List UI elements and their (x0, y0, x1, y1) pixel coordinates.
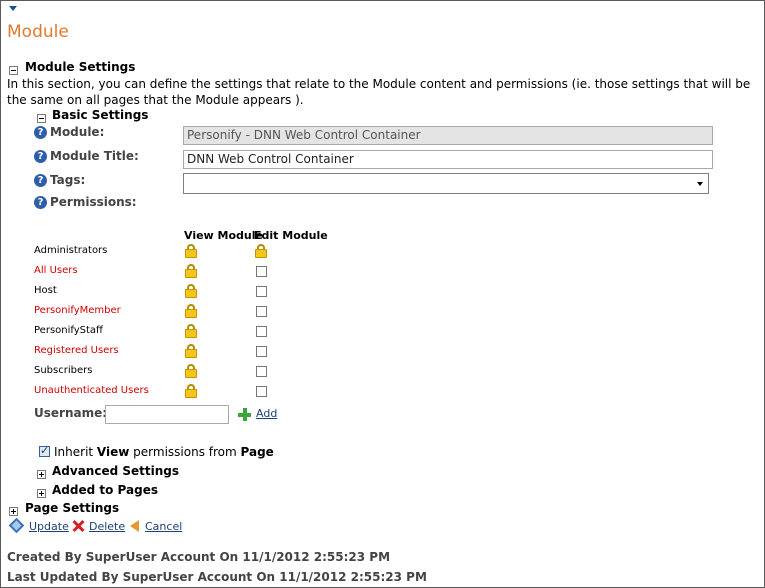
chevron-down-icon (697, 182, 703, 186)
basic-settings-toggle-icon[interactable] (37, 114, 46, 123)
module-settings-header: Module Settings (25, 60, 136, 74)
added-to-pages-toggle-icon[interactable] (37, 489, 46, 498)
edit-module-column-header: Edit Module (254, 229, 328, 242)
created-by-text: Created By SuperUser Account On 11/1/201… (7, 550, 391, 564)
username-input[interactable] (105, 405, 229, 424)
module-label: Module: (50, 125, 105, 139)
last-updated-text: Last Updated By SuperUser Account On 11/… (7, 570, 427, 584)
edit-permission-checkbox[interactable] (256, 346, 267, 357)
add-permission-link[interactable]: Add (256, 407, 277, 420)
edit-permission-checkbox[interactable] (256, 306, 267, 317)
module-settings-description: In this section, you can define the sett… (7, 77, 751, 107)
lock-icon[interactable] (185, 344, 197, 358)
permission-role-label: Administrators (34, 245, 108, 256)
delete-icon[interactable] (71, 519, 85, 533)
lock-icon[interactable] (185, 244, 197, 258)
module-field: Personify - DNN Web Control Container (183, 126, 713, 145)
lock-icon[interactable] (185, 304, 197, 318)
lock-icon[interactable] (185, 284, 197, 298)
permission-role-label: Registered Users (34, 345, 119, 356)
lock-icon[interactable] (185, 364, 197, 378)
page-settings-header[interactable]: Page Settings (25, 501, 119, 515)
tags-label: Tags: (50, 173, 86, 187)
help-icon[interactable]: ? (34, 126, 47, 139)
permission-role-label: Subscribers (34, 365, 93, 376)
help-icon[interactable]: ? (34, 174, 47, 187)
collapse-arrow-icon[interactable] (9, 6, 17, 11)
advanced-settings-header[interactable]: Advanced Settings (52, 464, 179, 478)
permission-role-label: PersonifyMember (34, 305, 121, 316)
edit-permission-checkbox[interactable] (256, 286, 267, 297)
edit-permission-checkbox[interactable] (256, 326, 267, 337)
lock-icon[interactable] (185, 324, 197, 338)
page-title: Module (7, 22, 69, 42)
lock-icon[interactable] (255, 244, 267, 258)
edit-permission-checkbox[interactable] (256, 266, 267, 277)
tags-dropdown[interactable] (183, 173, 709, 194)
edit-permission-checkbox[interactable] (256, 366, 267, 377)
username-label: Username: (34, 406, 108, 420)
help-icon[interactable]: ? (34, 150, 47, 163)
delete-link[interactable]: Delete (89, 520, 125, 533)
added-to-pages-header[interactable]: Added to Pages (52, 483, 158, 497)
permission-role-label: Unauthenticated Users (34, 385, 149, 396)
advanced-settings-toggle-icon[interactable] (37, 470, 46, 479)
inherit-view-checkbox[interactable] (39, 444, 50, 457)
page-settings-toggle-icon[interactable] (9, 507, 18, 516)
plus-icon[interactable] (238, 408, 251, 421)
module-title-input[interactable]: DNN Web Control Container (183, 150, 713, 169)
cancel-icon[interactable] (130, 520, 139, 532)
basic-settings-header: Basic Settings (52, 108, 149, 122)
view-module-column-header: View Module (184, 229, 263, 242)
permission-role-label: Host (34, 285, 57, 296)
cancel-link[interactable]: Cancel (145, 520, 182, 533)
module-title-label: Module Title: (50, 149, 139, 163)
lock-icon[interactable] (185, 384, 197, 398)
edit-permission-checkbox[interactable] (256, 386, 267, 397)
inherit-view-label: Inherit View permissions from Page (54, 445, 274, 459)
update-link[interactable]: Update (29, 520, 69, 533)
permissions-label: Permissions: (50, 195, 137, 209)
permission-role-label: All Users (34, 265, 78, 276)
permission-role-label: PersonifyStaff (34, 325, 103, 336)
module-settings-toggle-icon[interactable] (9, 66, 18, 75)
help-icon[interactable]: ? (34, 196, 47, 209)
lock-icon[interactable] (185, 264, 197, 278)
